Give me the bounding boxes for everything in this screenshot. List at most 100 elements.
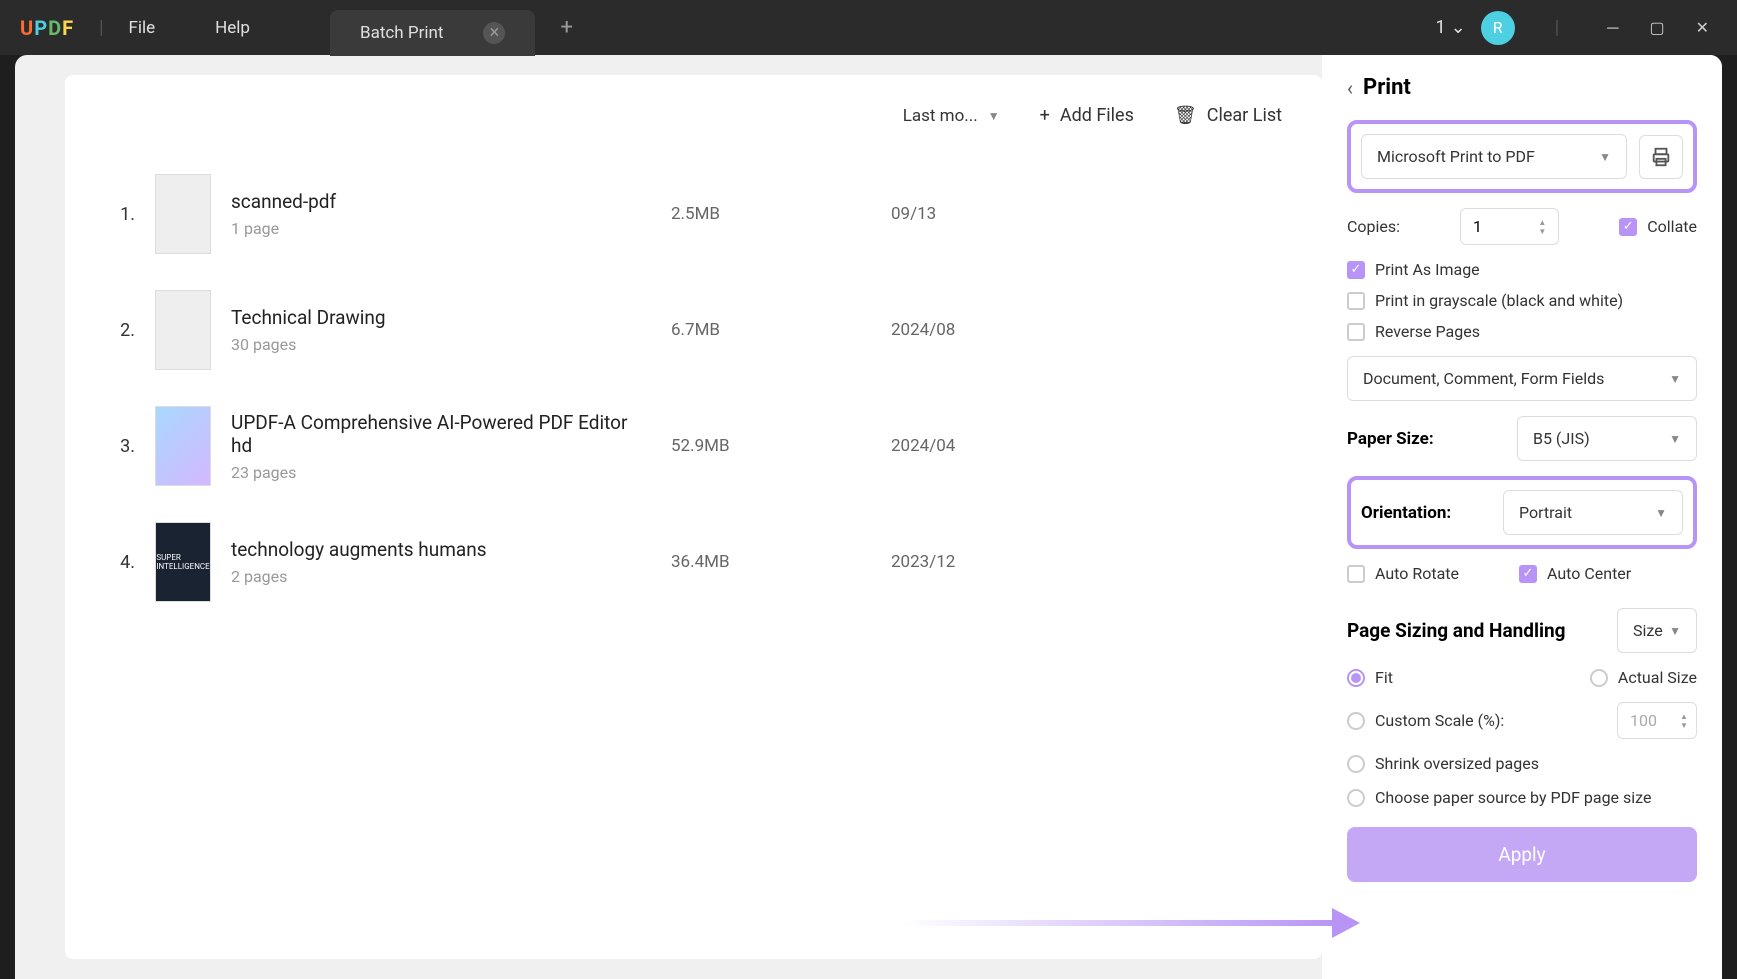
sort-label: Last mo... bbox=[903, 106, 978, 126]
file-thumbnail: SUPER INTELLIGENCE bbox=[155, 522, 211, 602]
chevron-down-icon: ▼ bbox=[988, 109, 1000, 123]
file-size: 6.7MB bbox=[671, 320, 871, 340]
minimize-icon[interactable]: ─ bbox=[1599, 10, 1626, 46]
custom-scale-radio[interactable]: Custom Scale (%): bbox=[1347, 711, 1504, 730]
copies-input[interactable]: ▲▼ bbox=[1460, 208, 1559, 245]
clear-list-button[interactable]: 🗑 Clear List bbox=[1174, 105, 1282, 126]
content-toolbar: Last mo... ▼ + Add Files 🗑 Clear List bbox=[105, 105, 1282, 126]
file-name: UPDF-A Comprehensive AI-Powered PDF Edit… bbox=[231, 411, 651, 457]
sizing-title: Page Sizing and Handling bbox=[1347, 619, 1566, 642]
comments-dropdown[interactable]: Document, Comment, Form Fields ▼ bbox=[1347, 356, 1697, 401]
tab-batch-print[interactable]: Batch Print × bbox=[330, 10, 535, 56]
checkbox-icon bbox=[1347, 292, 1365, 310]
file-size: 36.4MB bbox=[671, 552, 871, 572]
help-menu[interactable]: Help bbox=[215, 18, 250, 38]
chevron-down-icon: ▼ bbox=[1655, 506, 1667, 520]
plus-icon: + bbox=[1040, 105, 1050, 126]
auto-center-checkbox[interactable]: ✓ Auto Center bbox=[1519, 564, 1631, 583]
row-number: 4. bbox=[105, 552, 135, 573]
tab-title: Batch Print bbox=[360, 23, 443, 43]
sizing-dropdown[interactable]: Size ▼ bbox=[1617, 608, 1697, 653]
spinner-up-icon[interactable]: ▲ bbox=[1680, 712, 1688, 721]
divider: | bbox=[1555, 17, 1559, 38]
print-panel: ‹ Print Microsoft Print to PDF ▼ Copies:… bbox=[1322, 55, 1722, 979]
maximize-icon[interactable]: ▢ bbox=[1641, 10, 1672, 45]
radio-icon bbox=[1347, 789, 1365, 807]
close-window-icon[interactable]: ✕ bbox=[1688, 10, 1717, 45]
reverse-pages-checkbox[interactable]: Reverse Pages bbox=[1347, 322, 1697, 341]
file-name: technology augments humans bbox=[231, 538, 651, 561]
list-item[interactable]: 1. scanned-pdf 1 page 2.5MB 09/13 bbox=[105, 156, 1282, 272]
radio-icon bbox=[1347, 712, 1365, 730]
apply-button[interactable]: Apply bbox=[1347, 827, 1697, 882]
panel-title: Print bbox=[1363, 75, 1411, 100]
close-icon[interactable]: × bbox=[483, 22, 505, 44]
copies-label: Copies: bbox=[1347, 217, 1400, 236]
list-item[interactable]: 3. UPDF-A Comprehensive AI-Powered PDF E… bbox=[105, 388, 1282, 504]
list-item[interactable]: 2. Technical Drawing 30 pages 6.7MB 2024… bbox=[105, 272, 1282, 388]
file-name: Technical Drawing bbox=[231, 306, 651, 329]
row-number: 2. bbox=[105, 320, 135, 341]
trash-icon: 🗑 bbox=[1174, 105, 1197, 126]
window-count[interactable]: 1 ⌄ bbox=[1436, 17, 1466, 38]
file-pages: 1 page bbox=[231, 219, 651, 238]
avatar[interactable]: R bbox=[1481, 11, 1515, 45]
paper-source-radio[interactable]: Choose paper source by PDF page size bbox=[1347, 788, 1697, 807]
new-tab-button[interactable]: + bbox=[560, 15, 572, 40]
file-menu[interactable]: File bbox=[128, 18, 155, 38]
paper-size-dropdown[interactable]: B5 (JIS) ▼ bbox=[1517, 416, 1697, 461]
file-pages: 2 pages bbox=[231, 567, 651, 586]
file-pages: 30 pages bbox=[231, 335, 651, 354]
app-logo: UPDF bbox=[20, 16, 74, 40]
print-button[interactable] bbox=[1639, 135, 1683, 179]
file-name: scanned-pdf bbox=[231, 190, 651, 213]
checkbox-icon: ✓ bbox=[1619, 218, 1637, 236]
main-area: Last mo... ▼ + Add Files 🗑 Clear List 1.… bbox=[15, 55, 1722, 979]
row-number: 1. bbox=[105, 204, 135, 225]
checkbox-icon: ✓ bbox=[1519, 565, 1537, 583]
actual-size-radio[interactable]: Actual Size bbox=[1590, 668, 1697, 687]
chevron-down-icon: ▼ bbox=[1669, 432, 1681, 446]
spinner-down-icon[interactable]: ▼ bbox=[1680, 721, 1688, 730]
spinner-down-icon[interactable]: ▼ bbox=[1538, 227, 1546, 236]
file-thumbnail bbox=[155, 290, 211, 370]
chevron-down-icon: ▼ bbox=[1669, 372, 1681, 386]
file-size: 52.9MB bbox=[671, 436, 871, 456]
grayscale-checkbox[interactable]: Print in grayscale (black and white) bbox=[1347, 291, 1697, 310]
printer-highlight: Microsoft Print to PDF ▼ bbox=[1347, 120, 1697, 193]
file-thumbnail bbox=[155, 406, 211, 486]
file-list-panel: Last mo... ▼ + Add Files 🗑 Clear List 1.… bbox=[65, 75, 1322, 959]
add-files-button[interactable]: + Add Files bbox=[1040, 105, 1134, 126]
radio-icon bbox=[1590, 669, 1608, 687]
divider: | bbox=[99, 17, 103, 38]
radio-icon bbox=[1347, 755, 1365, 773]
custom-scale-input[interactable]: ▲▼ bbox=[1617, 702, 1697, 739]
titlebar: UPDF | File Help Batch Print × + 1 ⌄ R |… bbox=[0, 0, 1737, 55]
auto-rotate-checkbox[interactable]: Auto Rotate bbox=[1347, 564, 1459, 583]
printer-icon bbox=[1650, 146, 1672, 168]
checkbox-icon: ✓ bbox=[1347, 261, 1365, 279]
chevron-down-icon: ▼ bbox=[1599, 150, 1611, 164]
file-size: 2.5MB bbox=[671, 204, 871, 224]
radio-icon bbox=[1347, 669, 1365, 687]
chevron-down-icon: ⌄ bbox=[1451, 17, 1466, 38]
sort-dropdown[interactable]: Last mo... ▼ bbox=[903, 106, 1000, 126]
collate-checkbox[interactable]: ✓ Collate bbox=[1619, 217, 1697, 236]
file-date: 2023/12 bbox=[891, 552, 1041, 572]
orientation-dropdown[interactable]: Portrait ▼ bbox=[1503, 490, 1683, 535]
print-as-image-checkbox[interactable]: ✓ Print As Image bbox=[1347, 260, 1697, 279]
checkbox-icon bbox=[1347, 323, 1365, 341]
printer-dropdown[interactable]: Microsoft Print to PDF ▼ bbox=[1361, 134, 1627, 179]
list-item[interactable]: 4. SUPER INTELLIGENCE technology augment… bbox=[105, 504, 1282, 620]
back-icon[interactable]: ‹ bbox=[1347, 76, 1353, 100]
orientation-highlight: Orientation: Portrait ▼ bbox=[1347, 476, 1697, 549]
checkbox-icon bbox=[1347, 565, 1365, 583]
fit-radio[interactable]: Fit bbox=[1347, 668, 1393, 687]
chevron-down-icon: ▼ bbox=[1669, 624, 1681, 638]
shrink-radio[interactable]: Shrink oversized pages bbox=[1347, 754, 1697, 773]
file-pages: 23 pages bbox=[231, 463, 651, 482]
file-date: 2024/04 bbox=[891, 436, 1041, 456]
file-date: 2024/08 bbox=[891, 320, 1041, 340]
file-thumbnail bbox=[155, 174, 211, 254]
spinner-up-icon[interactable]: ▲ bbox=[1538, 218, 1546, 227]
